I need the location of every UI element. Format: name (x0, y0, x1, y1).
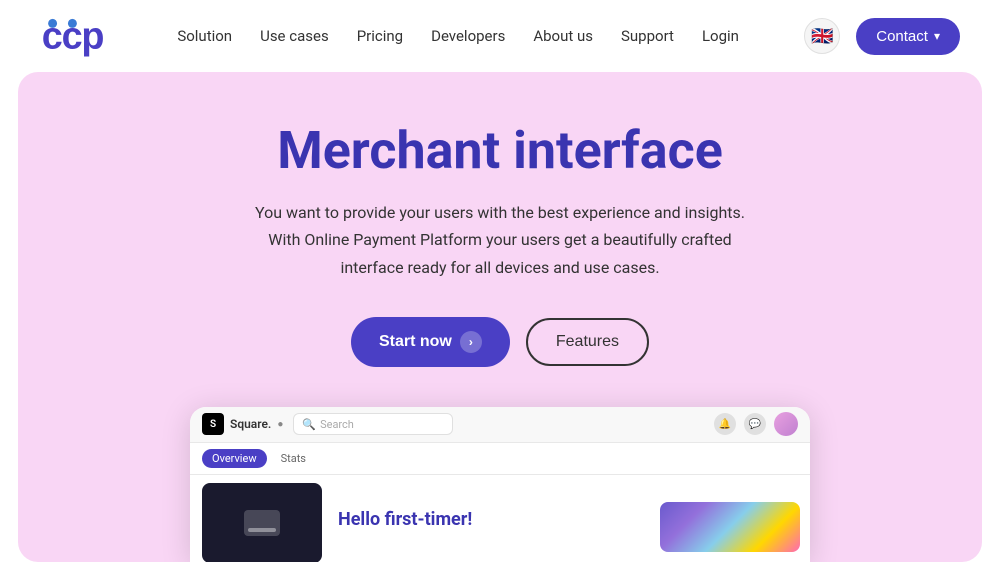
nav-item-login[interactable]: Login (702, 27, 739, 45)
search-placeholder-text: Search (320, 418, 354, 431)
dashboard-logo-icon: S (202, 413, 224, 435)
nav-item-use-cases[interactable]: Use cases (260, 27, 329, 45)
nav-item-support[interactable]: Support (621, 27, 674, 45)
dashboard-logo-text: Square. (230, 417, 271, 431)
contact-label: Contact (876, 28, 928, 45)
hero-buttons: Start now › Features (351, 317, 649, 367)
search-icon: 🔍 (302, 418, 316, 431)
dashboard-card-dark (202, 483, 322, 562)
nav: Solution Use cases Pricing Developers Ab… (177, 27, 739, 45)
dashboard-logo: S Square. ● (202, 413, 283, 435)
nav-item-developers[interactable]: Developers (431, 27, 505, 45)
dashboard-icons: 🔔 💬 (714, 412, 798, 436)
contact-chevron-icon: ▾ (934, 29, 940, 43)
hero-description: You want to provide your users with the … (240, 199, 760, 281)
nav-item-about-us[interactable]: About us (533, 27, 593, 45)
dashboard-search[interactable]: 🔍 Search (293, 413, 453, 435)
color-bar-decoration (660, 502, 800, 552)
dashboard-content: Hello first-timer! (190, 475, 810, 562)
start-now-button[interactable]: Start now › (351, 317, 510, 367)
dashboard-tabs: Overview Stats (190, 443, 810, 475)
hero-title: Merchant interface (277, 122, 723, 179)
dashboard-preview: S Square. ● 🔍 Search 🔔 💬 Overview Stats (190, 407, 810, 562)
user-avatar[interactable] (774, 412, 798, 436)
logo[interactable]: c c p (40, 14, 112, 58)
dashboard-logo-badge: ● (277, 419, 283, 430)
hero-section: Merchant interface You want to provide y… (18, 72, 982, 562)
dashboard-topbar: S Square. ● 🔍 Search 🔔 💬 (190, 407, 810, 443)
tab-overview[interactable]: Overview (202, 449, 267, 468)
features-button[interactable]: Features (526, 318, 649, 366)
language-selector[interactable]: 🇬🇧 (804, 18, 840, 54)
contact-button[interactable]: Contact ▾ (856, 18, 960, 55)
nav-item-pricing[interactable]: Pricing (357, 27, 403, 45)
start-now-label: Start now (379, 333, 452, 351)
header-right: 🇬🇧 Contact ▾ (804, 18, 960, 55)
nav-item-solution[interactable]: Solution (177, 27, 232, 45)
header: c c p Solution Use cases Pricing Develop… (0, 0, 1000, 72)
bell-icon[interactable]: 🔔 (714, 413, 736, 435)
chat-icon[interactable]: 💬 (744, 413, 766, 435)
tab-stats[interactable]: Stats (271, 449, 316, 468)
arrow-icon: › (460, 331, 482, 353)
svg-text:p: p (81, 16, 104, 58)
card-icon (244, 510, 280, 536)
